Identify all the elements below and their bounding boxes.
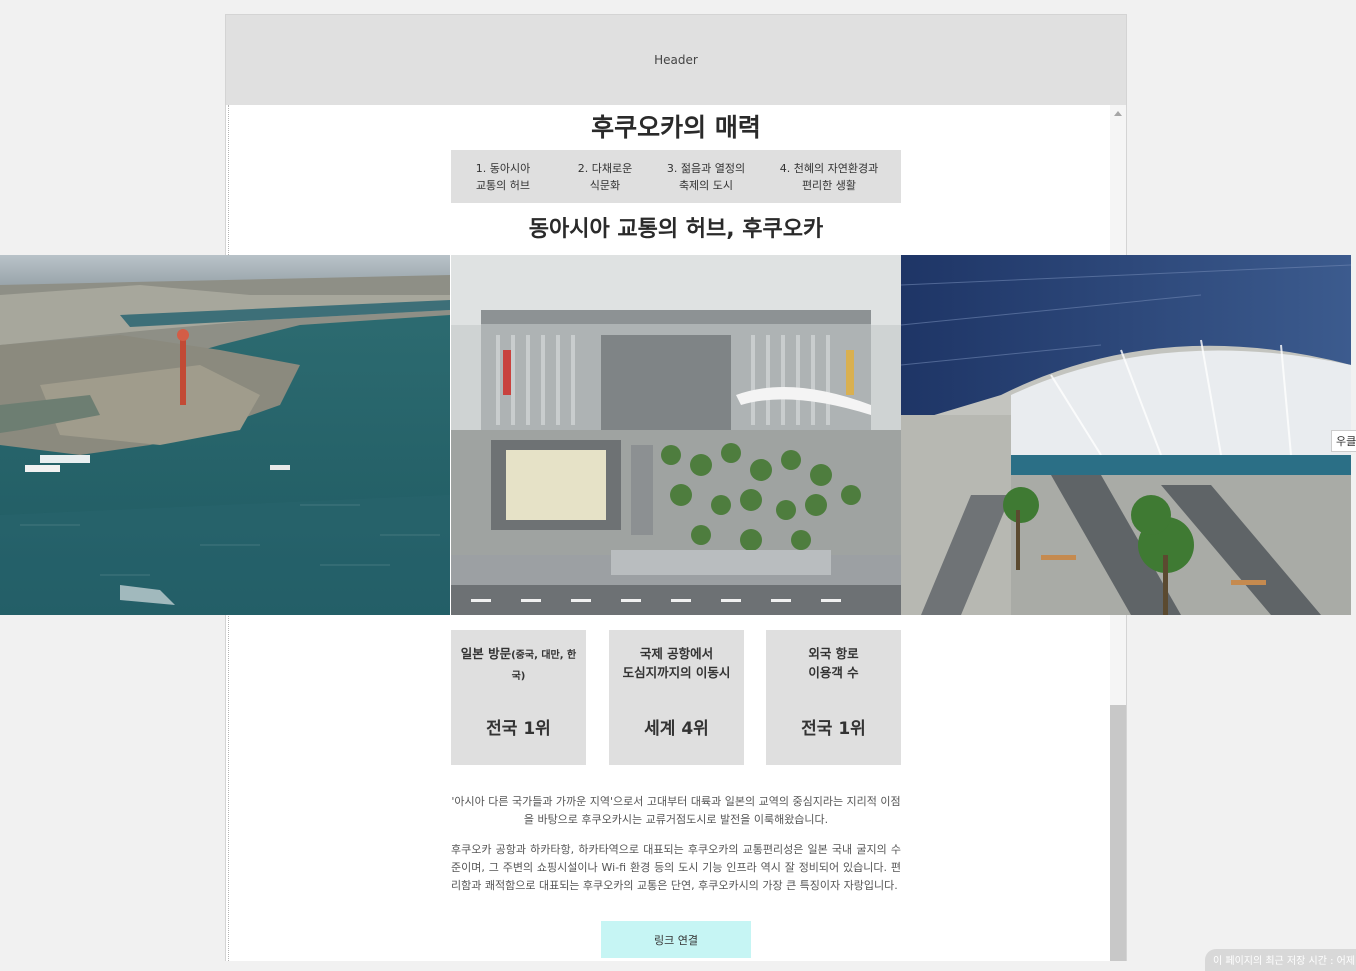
tab-transport-hub[interactable]: 1. 동아시아교통의 허브 xyxy=(451,150,555,203)
side-tab[interactable]: 우클 xyxy=(1331,430,1356,452)
header-placeholder: Header xyxy=(226,15,1126,105)
tab-label-line: 축제의 도시 xyxy=(678,178,734,192)
stat-label-line: 국제 공항에서 xyxy=(639,646,714,661)
stat-label: 외국 항로이용객 수 xyxy=(772,644,895,682)
stat-card-airport-access: 국제 공항에서도심지까지의 이동시 세계 4위 xyxy=(609,630,744,765)
stat-label: 국제 공항에서도심지까지의 이동시 xyxy=(615,644,738,682)
tab-label-line: 4. 천혜의 자연환경과 xyxy=(779,161,879,175)
stat-label: 일본 방문(중국, 대만, 한국) xyxy=(457,644,580,686)
stat-value: 전국 1위 xyxy=(801,719,866,739)
section-subtitle: 동아시아 교통의 허브, 후쿠오카 xyxy=(528,217,824,242)
scroll-up-arrow-icon[interactable] xyxy=(1114,111,1122,116)
header-label: Header xyxy=(654,53,698,67)
page-title: 후쿠오카의 매력 xyxy=(591,113,761,142)
tab-festival-city[interactable]: 3. 젊음과 열정의축제의 도시 xyxy=(655,150,757,203)
stat-card-sea-routes: 외국 항로이용객 수 전국 1위 xyxy=(766,630,901,765)
tab-label-line: 3. 젊음과 열정의 xyxy=(666,161,746,175)
stat-label-line: 외국 항로 xyxy=(808,646,859,661)
transport-paragraph: 후쿠오카 공항과 하카타항, 하카타역으로 대표되는 후쿠오카의 교통편리성은 … xyxy=(451,843,901,892)
stat-card-visitors: 일본 방문(중국, 대만, 한국) 전국 1위 xyxy=(451,630,586,765)
tab-label-line: 1. 동아시아 xyxy=(475,161,531,175)
side-tab-label: 우클 xyxy=(1336,435,1356,448)
scrollbar-thumb[interactable] xyxy=(1110,705,1126,961)
stat-value: 전국 1위 xyxy=(486,719,551,739)
tab-food-culture[interactable]: 2. 다채로운식문화 xyxy=(555,150,655,203)
stat-label-line: 도심지까지의 이동시 xyxy=(622,665,731,680)
airport-terminal-photo xyxy=(901,255,1351,615)
tab-label-line: 교통의 허브 xyxy=(475,178,531,192)
station-plaza-photo xyxy=(450,255,901,615)
tab-nature-living[interactable]: 4. 천혜의 자연환경과편리한 생활 xyxy=(757,150,901,203)
link-button[interactable]: 링크 연결 xyxy=(601,921,751,958)
stat-label-note: (중국, 대만, 한국) xyxy=(511,650,577,682)
save-time-notice: 이 페이지의 최근 저장 시간 : 어제 xyxy=(1205,949,1356,971)
harbor-aerial-photo xyxy=(0,255,450,615)
photo-strip xyxy=(0,255,1351,615)
tab-label-line: 식문화 xyxy=(589,178,621,192)
tab-label-line: 2. 다채로운 xyxy=(577,161,633,175)
intro-paragraph: '아시아 다른 국가들과 가까운 지역'으로서 고대부터 대륙과 일본의 교역의… xyxy=(451,795,901,826)
section-tabs: 1. 동아시아교통의 허브 2. 다채로운식문화 3. 젊음과 열정의축제의 도… xyxy=(451,150,901,203)
stat-value: 세계 4위 xyxy=(644,719,709,739)
stat-label-main: 일본 방문 xyxy=(460,646,512,661)
tab-label-line: 편리한 생활 xyxy=(801,178,857,192)
stat-label-line: 이용객 수 xyxy=(808,665,859,680)
